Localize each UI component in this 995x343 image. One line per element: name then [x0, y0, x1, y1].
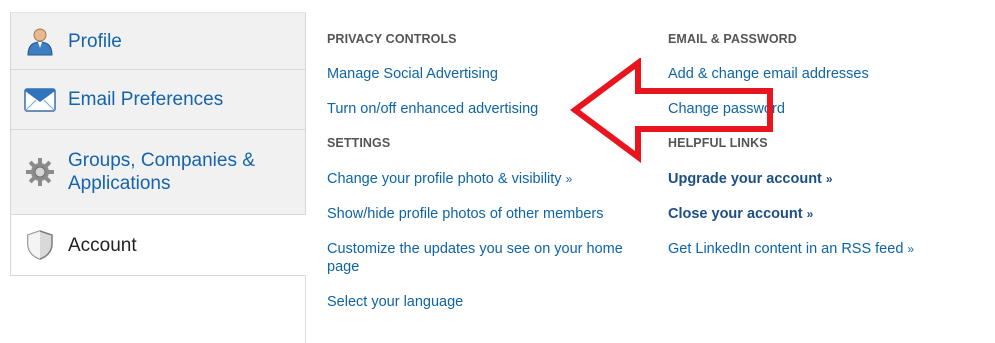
upgrade-account-link[interactable]: Upgrade your account » — [668, 170, 833, 188]
tab-account-label: Account — [68, 234, 137, 256]
gear-icon — [22, 156, 58, 188]
rss-feed-label: Get LinkedIn content in an RSS feed — [668, 241, 904, 257]
tab-account[interactable]: Account — [10, 215, 306, 276]
close-account-link[interactable]: Close your account » — [668, 205, 813, 223]
profile-photo-visibility-label: Change your profile photo & visibility — [327, 171, 562, 187]
envelope-icon — [22, 84, 58, 116]
settings-tab-list: Profile Email Preferences Groups, Compan… — [10, 12, 306, 276]
customize-updates-link[interactable]: Customize the updates you see on your ho… — [327, 240, 647, 276]
raquo-icon: » — [565, 172, 573, 186]
profile-photo-visibility-link[interactable]: Change your profile photo & visibility » — [327, 170, 572, 188]
upgrade-account-label: Upgrade your account — [668, 171, 822, 187]
privacy-controls-heading: PRIVACY CONTROLS — [327, 32, 457, 46]
tab-groups-companies-applications[interactable]: Groups, Companies & Applications — [10, 130, 306, 215]
red-arrow-icon — [570, 58, 773, 163]
close-account-label: Close your account — [668, 206, 803, 222]
column-divider — [305, 276, 306, 343]
show-hide-photos-link[interactable]: Show/hide profile photos of other member… — [327, 205, 603, 223]
rss-feed-link[interactable]: Get LinkedIn content in an RSS feed » — [668, 240, 914, 258]
raquo-icon: » — [806, 207, 814, 221]
tab-email-preferences[interactable]: Email Preferences — [10, 70, 306, 130]
settings-heading: SETTINGS — [327, 136, 391, 150]
tab-groups-companies-applications-label: Groups, Companies & Applications — [68, 150, 255, 194]
manage-social-advertising-link[interactable]: Manage Social Advertising — [327, 65, 498, 83]
tab-profile[interactable]: Profile — [10, 12, 306, 70]
tab-profile-label: Profile — [68, 30, 122, 52]
enhanced-advertising-link[interactable]: Turn on/off enhanced advertising — [327, 100, 538, 118]
tab-email-preferences-label: Email Preferences — [68, 89, 224, 110]
email-password-heading: EMAIL & PASSWORD — [668, 32, 797, 46]
profile-person-icon — [22, 25, 58, 57]
raquo-icon: » — [907, 242, 915, 256]
raquo-icon: » — [825, 172, 833, 186]
shield-icon — [22, 229, 58, 261]
select-language-link[interactable]: Select your language — [327, 293, 463, 311]
